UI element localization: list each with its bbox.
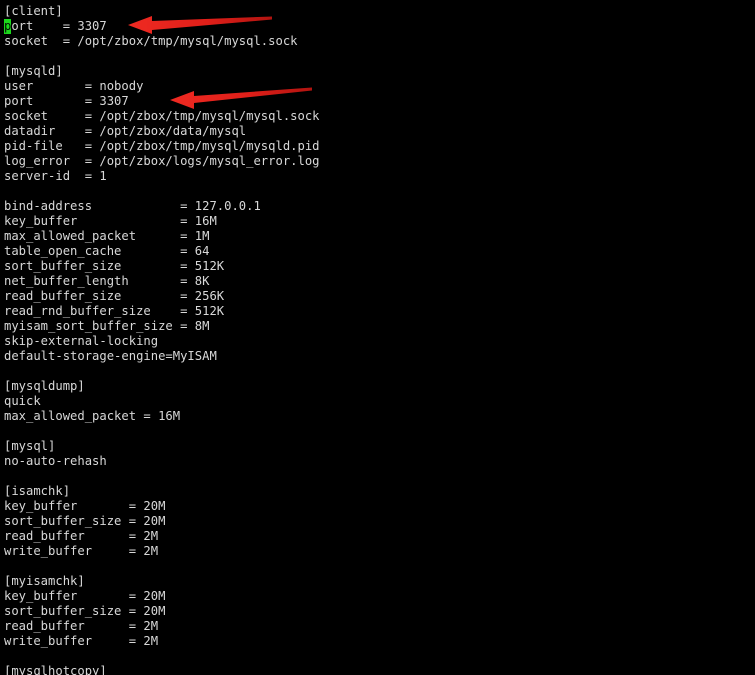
terminal-line[interactable]: write_buffer = 2M — [4, 544, 755, 559]
terminal-line[interactable]: sort_buffer_size = 20M — [4, 604, 755, 619]
terminal-line[interactable] — [4, 559, 755, 574]
terminal-line[interactable] — [4, 184, 755, 199]
terminal-line[interactable]: read_buffer_size = 256K — [4, 289, 755, 304]
terminal-line[interactable] — [4, 469, 755, 484]
terminal-line[interactable]: quick — [4, 394, 755, 409]
terminal-line[interactable]: bind-address = 127.0.0.1 — [4, 199, 755, 214]
terminal-line[interactable]: socket = /opt/zbox/tmp/mysql/mysql.sock — [4, 109, 755, 124]
file-content-area[interactable]: [client] port = 3307 socket = /opt/zbox/tm… — [0, 0, 755, 675]
terminal-line[interactable]: user = nobody — [4, 79, 755, 94]
terminal-line[interactable] — [4, 364, 755, 379]
terminal-line[interactable]: [mysqldump] — [4, 379, 755, 394]
terminal-line[interactable]: skip-external-locking — [4, 334, 755, 349]
terminal-line[interactable]: port = 3307 — [4, 19, 755, 34]
terminal-line[interactable]: max_allowed_packet = 1M — [4, 229, 755, 244]
terminal-line[interactable]: read_buffer = 2M — [4, 619, 755, 634]
terminal-line[interactable]: read_buffer = 2M — [4, 529, 755, 544]
terminal-line[interactable]: datadir = /opt/zbox/data/mysql — [4, 124, 755, 139]
terminal-line[interactable]: [myisamchk] — [4, 574, 755, 589]
terminal-line[interactable]: [client] — [4, 4, 755, 19]
terminal-line[interactable]: [mysqld] — [4, 64, 755, 79]
terminal-line[interactable]: [mysql] — [4, 439, 755, 454]
terminal-line[interactable]: max_allowed_packet = 16M — [4, 409, 755, 424]
terminal-line[interactable]: [isamchk] — [4, 484, 755, 499]
terminal-line[interactable]: net_buffer_length = 8K — [4, 274, 755, 289]
terminal-line[interactable]: server-id = 1 — [4, 169, 755, 184]
terminal-line[interactable]: myisam_sort_buffer_size = 8M — [4, 319, 755, 334]
terminal-line[interactable]: key_buffer = 20M — [4, 589, 755, 604]
terminal-line[interactable]: sort_buffer_size = 512K — [4, 259, 755, 274]
terminal-line[interactable]: key_buffer = 16M — [4, 214, 755, 229]
terminal-line[interactable]: default-storage-engine=MyISAM — [4, 349, 755, 364]
terminal-line[interactable]: sort_buffer_size = 20M — [4, 514, 755, 529]
terminal-line[interactable]: no-auto-rehash — [4, 454, 755, 469]
line-text: ort = 3307 — [11, 19, 107, 33]
terminal-line[interactable]: write_buffer = 2M — [4, 634, 755, 649]
terminal-line[interactable]: read_rnd_buffer_size = 512K — [4, 304, 755, 319]
terminal-line[interactable] — [4, 424, 755, 439]
terminal-line[interactable]: [mysqlhotcopy] — [4, 664, 755, 675]
terminal-line[interactable]: log_error = /opt/zbox/logs/mysql_error.l… — [4, 154, 755, 169]
terminal-line[interactable]: port = 3307 — [4, 94, 755, 109]
terminal-line[interactable] — [4, 49, 755, 64]
terminal-line[interactable] — [4, 649, 755, 664]
terminal-line[interactable]: key_buffer = 20M — [4, 499, 755, 514]
terminal-line[interactable]: table_open_cache = 64 — [4, 244, 755, 259]
terminal-screen[interactable]: [client] port = 3307 socket = /opt/zbox/tm… — [0, 0, 755, 675]
terminal-line[interactable]: pid-file = /opt/zbox/tmp/mysql/mysqld.pi… — [4, 139, 755, 154]
terminal-line[interactable]: socket = /opt/zbox/tmp/mysql/mysql.sock — [4, 34, 755, 49]
